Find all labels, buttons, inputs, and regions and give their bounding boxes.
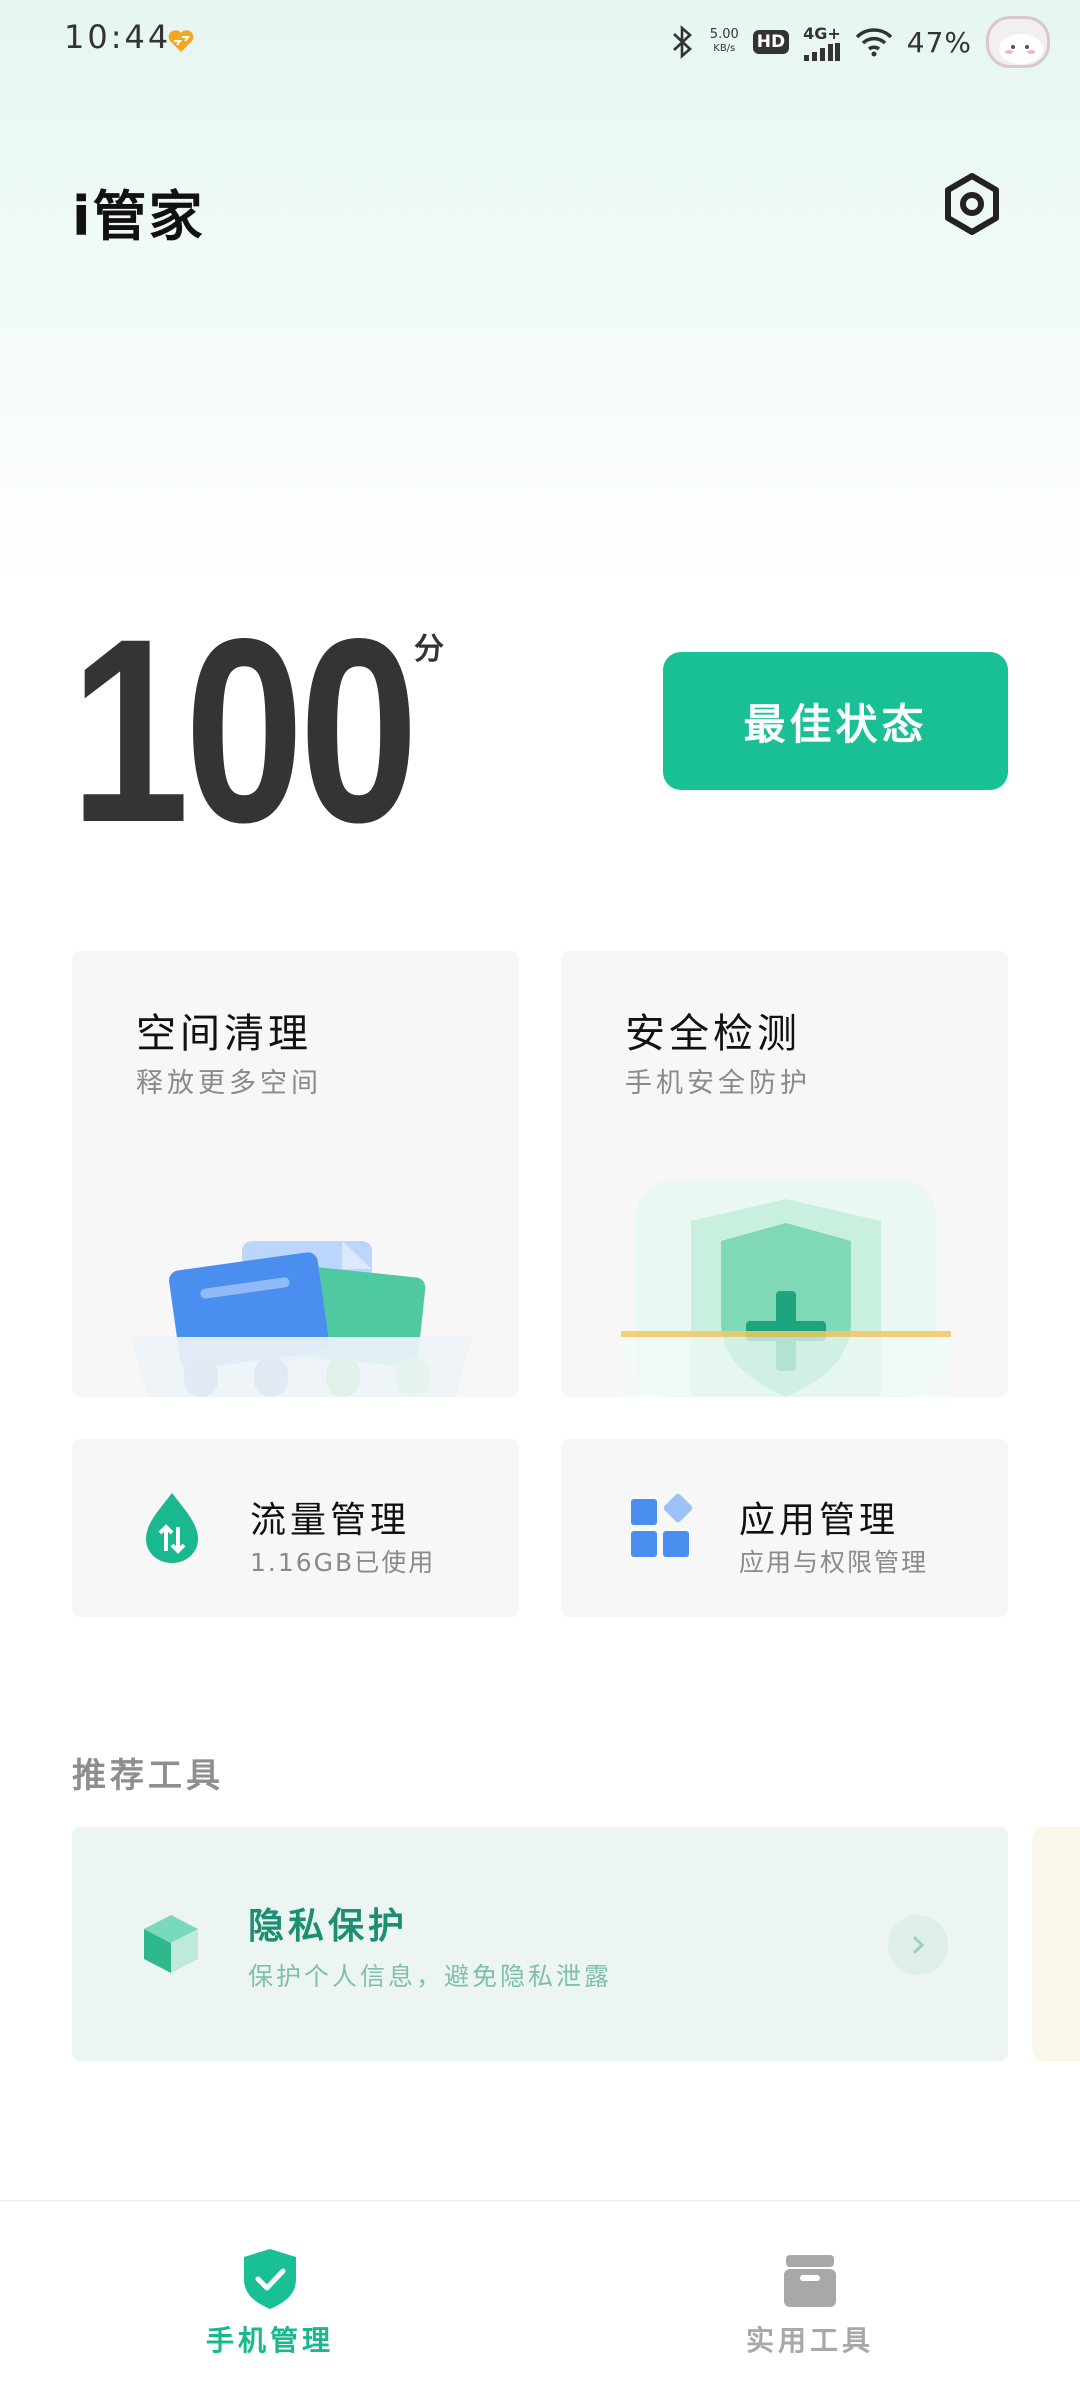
privacy-protection-title: 隐私保护 bbox=[248, 1906, 409, 1947]
net-speed-unit: KB/s bbox=[713, 43, 736, 54]
security-check-title: 安全检测 bbox=[625, 1011, 801, 1057]
privacy-protection-card[interactable]: 隐私保护 保护个人信息，避免隐私泄露 bbox=[72, 1827, 1008, 2061]
chevron-right-icon[interactable] bbox=[888, 1915, 948, 1975]
nav-phone-manage-label: 手机管理 bbox=[205, 2324, 334, 2357]
net-speed-value: 5.00 bbox=[709, 27, 739, 42]
settings-icon[interactable] bbox=[940, 172, 1004, 236]
signal-icon bbox=[803, 42, 840, 61]
nav-utility-tools[interactable]: 实用工具 bbox=[710, 2247, 910, 2367]
data-usage-subtitle: 1.16GB已使用 bbox=[250, 1548, 436, 1577]
data-usage-card[interactable]: 流量管理 1.16GB已使用 bbox=[72, 1439, 519, 1617]
network-type: 4G+ bbox=[803, 23, 841, 43]
security-check-card[interactable]: 安全检测 手机安全防护 bbox=[561, 951, 1008, 1397]
space-clean-subtitle: 释放更多空间 bbox=[136, 1068, 322, 1099]
status-bar: 10:44 5.00 KB/s HD 4G+ 47% bbox=[0, 0, 1080, 84]
cellular-indicator: 4G+ bbox=[803, 24, 841, 61]
net-speed: 5.00 KB/s bbox=[710, 28, 739, 56]
data-traffic-icon bbox=[146, 1493, 198, 1563]
app-manage-title: 应用管理 bbox=[739, 1500, 900, 1541]
wifi-icon bbox=[855, 28, 893, 57]
avatar bbox=[986, 16, 1050, 68]
nav-phone-manage[interactable]: 手机管理 bbox=[170, 2247, 370, 2367]
recommended-tools-title: 推荐工具 bbox=[72, 1756, 224, 1796]
shield-illustration bbox=[621, 1181, 951, 1397]
toolbox-icon bbox=[784, 2255, 836, 2307]
hd-badge: HD bbox=[752, 30, 790, 54]
trash-bin-illustration bbox=[130, 1241, 472, 1397]
app-grid-icon bbox=[631, 1493, 693, 1557]
next-tool-card-peek[interactable] bbox=[1032, 1827, 1080, 2061]
status-time: 10:44 bbox=[64, 18, 172, 56]
privacy-cube-icon bbox=[144, 1915, 198, 1973]
score-unit: 分 bbox=[414, 632, 444, 667]
bluetooth-icon bbox=[672, 25, 692, 59]
app-manage-subtitle: 应用与权限管理 bbox=[739, 1548, 929, 1577]
space-clean-title: 空间清理 bbox=[136, 1011, 312, 1057]
privacy-protection-subtitle: 保护个人信息，避免隐私泄露 bbox=[248, 1962, 613, 1991]
battery-level: 47% bbox=[906, 25, 972, 59]
shield-check-icon bbox=[244, 2249, 296, 2309]
status-icons: 5.00 KB/s HD 4G+ 47% bbox=[670, 14, 1050, 70]
nav-utility-tools-label: 实用工具 bbox=[745, 2324, 874, 2357]
best-status-button[interactable]: 最佳状态 bbox=[663, 652, 1008, 790]
heart-notification-icon bbox=[168, 30, 194, 52]
security-check-subtitle: 手机安全防护 bbox=[625, 1068, 811, 1099]
health-score: 100 bbox=[70, 584, 419, 877]
page-title: i管家 bbox=[72, 185, 205, 248]
app-manage-card[interactable]: 应用管理 应用与权限管理 bbox=[561, 1439, 1008, 1617]
space-clean-card[interactable]: 空间清理 释放更多空间 bbox=[72, 951, 519, 1397]
data-usage-title: 流量管理 bbox=[250, 1500, 411, 1541]
bottom-nav: 手机管理 实用工具 bbox=[0, 2200, 1080, 2400]
